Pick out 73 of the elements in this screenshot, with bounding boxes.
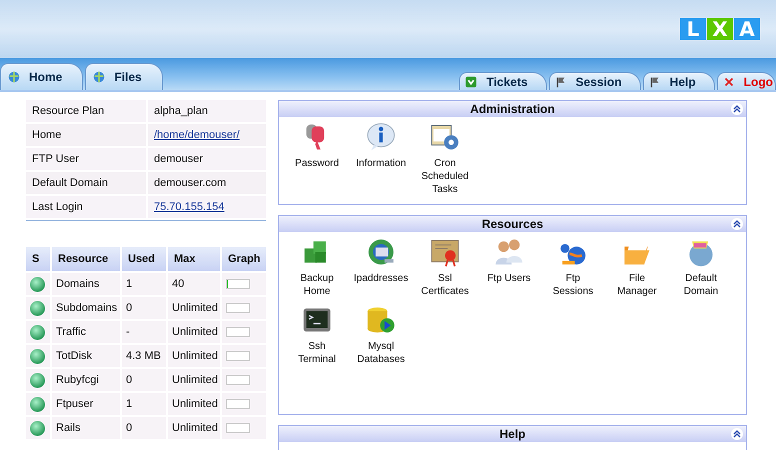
- table-cell: Unlimited: [168, 321, 220, 343]
- table-cell: Domains: [52, 273, 120, 295]
- table-cell: 1: [122, 393, 166, 415]
- shortcut-item[interactable]: File Manager: [610, 236, 664, 298]
- shortcut-item[interactable]: Mysql Databases: [354, 304, 408, 366]
- link[interactable]: /home/demouser/: [148, 124, 266, 146]
- field-label: Last Login: [26, 196, 146, 218]
- table-cell: 0: [122, 417, 166, 439]
- table-cell: Subdomains: [52, 297, 120, 319]
- ticket-icon: [464, 74, 478, 88]
- link[interactable]: 75.70.155.154: [148, 196, 266, 218]
- table-cell: Unlimited: [168, 417, 220, 439]
- collapse-icon[interactable]: [731, 218, 743, 230]
- status-dot: [30, 348, 45, 364]
- shortcut-item[interactable]: Password: [290, 121, 344, 196]
- tab[interactable]: Logo: [716, 72, 776, 90]
- shortcut-item[interactable]: Ssh Terminal: [290, 304, 344, 366]
- shortcut-item[interactable]: Ssl Certficates: [418, 236, 472, 298]
- table-cell: Unlimited: [168, 369, 220, 391]
- status-dot: [30, 396, 45, 412]
- tab[interactable]: Session: [548, 72, 641, 90]
- collapse-icon[interactable]: [731, 428, 743, 440]
- field-label: Home: [26, 124, 146, 146]
- panel-title: Help: [499, 427, 526, 441]
- table-cell: 0: [122, 369, 166, 391]
- status-dot: [30, 276, 45, 292]
- shortcut-item[interactable]: Ipaddresses: [354, 236, 408, 298]
- shortcut-item[interactable]: Cron Scheduled Tasks: [418, 121, 472, 196]
- table-cell: Traffic: [52, 321, 120, 343]
- tab[interactable]: Tickets: [459, 72, 547, 90]
- status-dot: [30, 420, 45, 436]
- panel-title: Administration: [470, 102, 555, 116]
- status-dot: [30, 372, 45, 388]
- status-dot: [30, 300, 45, 316]
- logo-letter: A: [734, 18, 760, 40]
- field-value: alpha_plan: [148, 100, 266, 122]
- shortcut-item[interactable]: Ftp Users: [482, 236, 536, 298]
- table-cell: TotDisk: [52, 345, 120, 367]
- column-header: Resource: [52, 247, 120, 271]
- column-header: Max: [168, 247, 220, 271]
- usage-bar: [226, 279, 250, 289]
- logo-letter: X: [707, 18, 733, 40]
- table-cell: Ftpuser: [52, 393, 120, 415]
- field-label: FTP User: [26, 148, 146, 170]
- shortcut-item[interactable]: Ftp Sessions: [546, 236, 600, 298]
- field-label: Resource Plan: [26, 100, 146, 122]
- column-header: Used: [122, 247, 166, 271]
- status-dot: [30, 324, 45, 340]
- table-cell: Unlimited: [168, 393, 220, 415]
- table-cell: Rails: [52, 417, 120, 439]
- column-header: S: [26, 247, 50, 271]
- field-value: demouser.com: [148, 172, 266, 194]
- table-cell: 40: [168, 273, 220, 295]
- table-cell: 1: [122, 273, 166, 295]
- tab[interactable]: Help: [642, 72, 715, 90]
- tab[interactable]: Home: [0, 63, 84, 90]
- panel-title: Resources: [482, 217, 544, 231]
- table-cell: Unlimited: [168, 297, 220, 319]
- table-cell: Unlimited: [168, 345, 220, 367]
- info-icon: [365, 121, 397, 153]
- table-cell: 0: [122, 297, 166, 319]
- table-cell: 4.3 MB: [122, 345, 166, 367]
- tab[interactable]: Files: [85, 63, 163, 90]
- column-header: Graph: [222, 247, 266, 271]
- collapse-icon[interactable]: [731, 103, 743, 115]
- shortcut-item[interactable]: Default Domain: [674, 236, 728, 298]
- table-cell: Rubyfcgi: [52, 369, 120, 391]
- shortcut-item[interactable]: Information: [354, 121, 408, 196]
- table-cell: -: [122, 321, 166, 343]
- field-value: demouser: [148, 148, 266, 170]
- logo-letter: L: [680, 18, 706, 40]
- field-label: Default Domain: [26, 172, 146, 194]
- shortcut-item[interactable]: Backup Home: [290, 236, 344, 298]
